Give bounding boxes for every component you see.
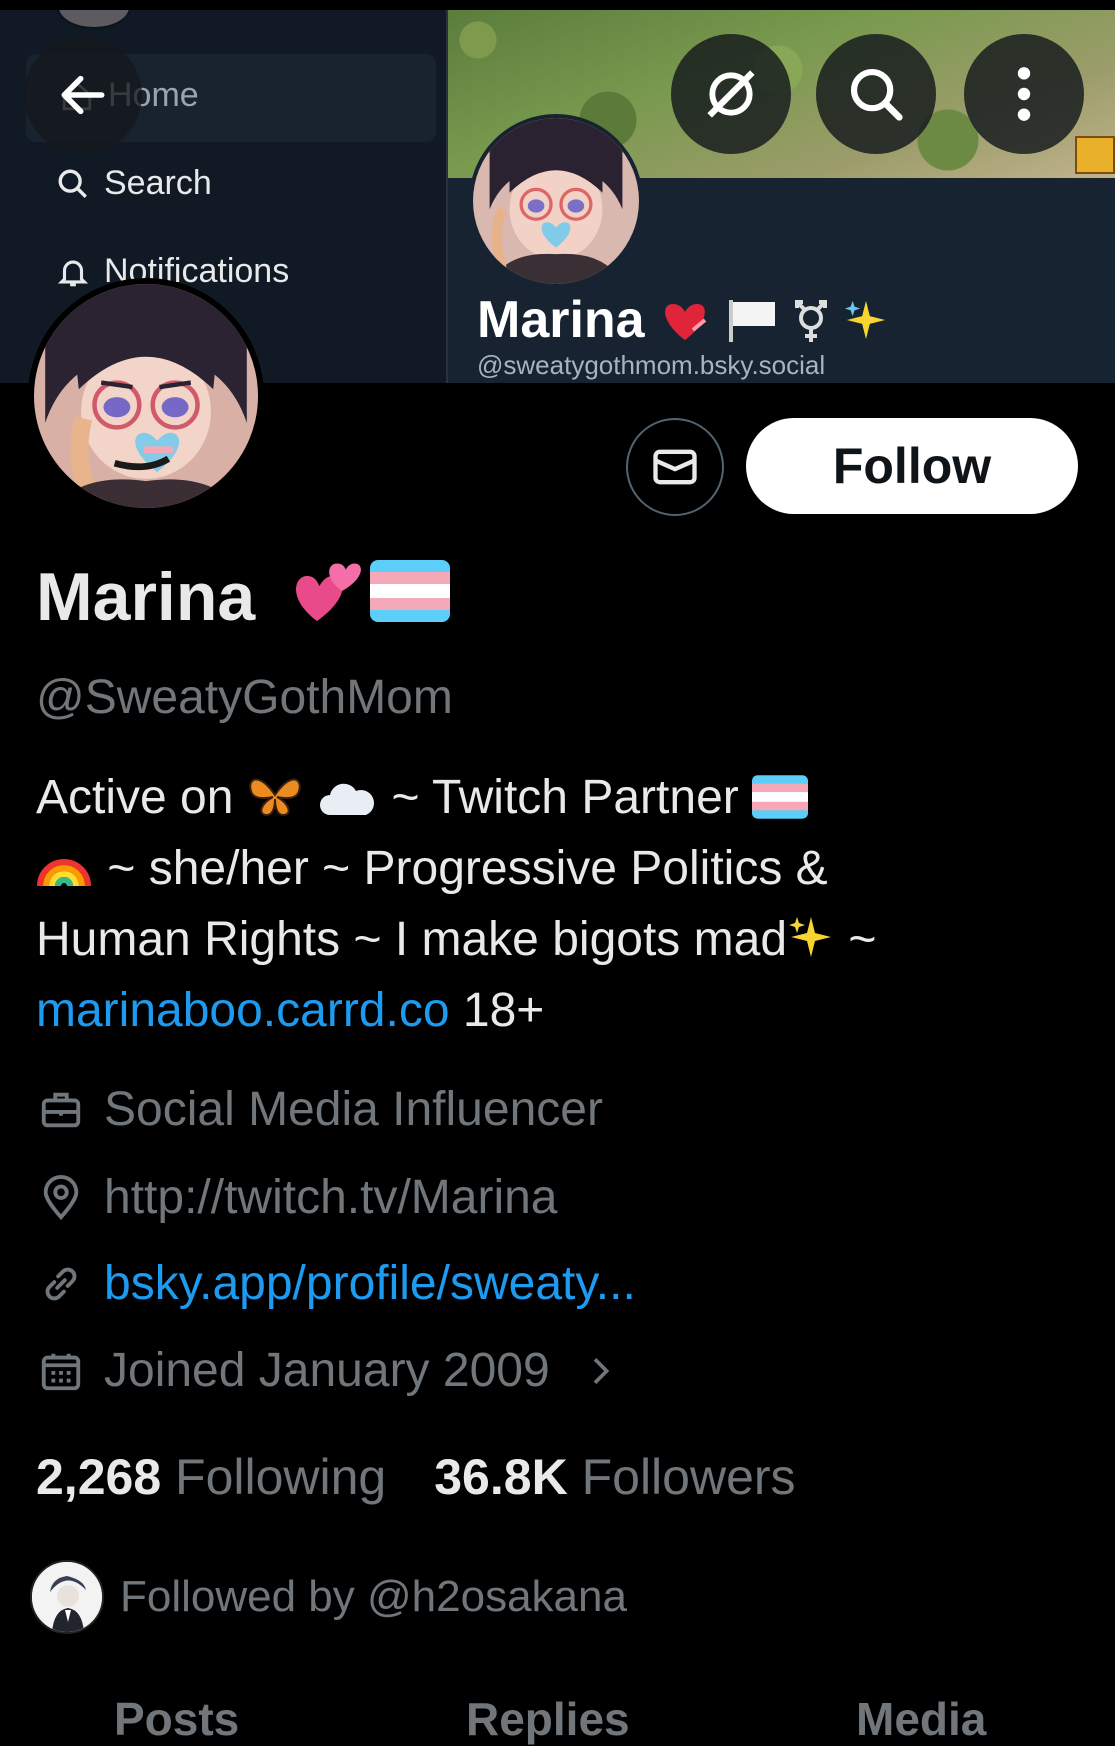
bio-text: ~ bbox=[848, 913, 877, 966]
followers-label: Followers bbox=[581, 1449, 796, 1505]
message-button[interactable] bbox=[626, 418, 724, 516]
profile-website-link[interactable]: bsky.app/profile/sweaty... bbox=[104, 1256, 636, 1311]
trans-flag-icon bbox=[752, 775, 809, 819]
envelope-icon bbox=[653, 449, 697, 485]
sparkles-icon bbox=[844, 300, 885, 340]
banner-inner-avatar bbox=[469, 114, 643, 288]
profile-joined-text: Joined January 2009 bbox=[104, 1344, 550, 1397]
bio-text: ~ she/her ~ Progressive Politics & bbox=[107, 842, 828, 895]
heart-emoji-icon bbox=[664, 304, 706, 340]
bio-text: 18+ bbox=[462, 984, 545, 1037]
briefcase-icon bbox=[41, 1092, 81, 1127]
following-count: 2,268 bbox=[36, 1449, 162, 1505]
display-name: Marina bbox=[36, 559, 256, 635]
bio-text: Human Rights ~ I make bigots mad bbox=[36, 913, 788, 966]
profile-bio: Active on ~ Twitch Partner ~ she/her ~ P… bbox=[36, 762, 1076, 1046]
banner-nav-search-label: Search bbox=[104, 164, 212, 202]
bio-line-3: Human Rights ~ I make bigots mad ~ bbox=[36, 904, 1076, 975]
profile-tabs: Posts Replies Media bbox=[0, 1692, 1115, 1745]
bio-text: Active on bbox=[36, 771, 234, 824]
search-button[interactable] bbox=[816, 34, 936, 154]
profile-work-text: Social Media Influencer bbox=[104, 1083, 603, 1136]
follower-avatar bbox=[30, 1560, 104, 1634]
search-icon bbox=[850, 68, 903, 121]
follow-button[interactable]: Follow bbox=[746, 418, 1078, 514]
more-options-button[interactable] bbox=[964, 34, 1084, 154]
followers-count: 36.8K bbox=[434, 1449, 568, 1505]
profile-location-text: http://twitch.tv/Marina bbox=[104, 1171, 558, 1224]
banner-inner-name: Marina bbox=[477, 290, 889, 350]
tab-media[interactable]: Media bbox=[856, 1692, 986, 1746]
bio-text: ~ Twitch Partner bbox=[391, 771, 739, 824]
tab-posts[interactable]: Posts bbox=[114, 1692, 239, 1746]
bio-link[interactable]: marinaboo.carrd.co bbox=[36, 984, 450, 1037]
tab-replies[interactable]: Replies bbox=[466, 1692, 630, 1746]
banner-inner-name-text: Marina bbox=[477, 291, 645, 349]
profile-website[interactable]: bsky.app/profile/sweaty... bbox=[38, 1256, 636, 1311]
banner-sign bbox=[1075, 136, 1115, 174]
profile-stats: 2,268 Following 36.8K Followers bbox=[36, 1448, 796, 1506]
grok-button[interactable] bbox=[671, 34, 791, 154]
location-pin-icon bbox=[43, 1174, 79, 1220]
banner-inner-handle: @sweatygothmom.bsky.social bbox=[477, 350, 826, 380]
arrow-left-icon bbox=[61, 75, 105, 115]
bio-line-2: ~ she/her ~ Progressive Politics & bbox=[36, 833, 1076, 904]
transgender-symbol-icon bbox=[794, 300, 827, 342]
bio-line-4: marinaboo.carrd.co 18+ bbox=[36, 975, 1076, 1046]
banner-top-avatar bbox=[56, 10, 132, 30]
profile-joined[interactable]: Joined January 2009 bbox=[38, 1343, 620, 1398]
back-button[interactable] bbox=[24, 36, 142, 154]
trans-flag-icon bbox=[370, 560, 450, 622]
following-stat[interactable]: 2,268 Following bbox=[36, 1448, 386, 1506]
cloud-icon bbox=[320, 783, 375, 815]
profile-location: http://twitch.tv/Marina bbox=[38, 1170, 558, 1225]
rainbow-icon bbox=[37, 859, 91, 887]
profile-avatar[interactable] bbox=[28, 278, 264, 514]
following-label: Following bbox=[175, 1449, 387, 1505]
more-vertical-icon bbox=[1017, 67, 1031, 121]
link-icon bbox=[45, 1267, 77, 1300]
bell-icon bbox=[57, 260, 89, 286]
two-hearts-icon bbox=[296, 563, 361, 621]
profile-work: Social Media Influencer bbox=[38, 1082, 603, 1137]
chevron-right-icon bbox=[593, 1357, 609, 1384]
followers-stat[interactable]: 36.8K Followers bbox=[434, 1448, 795, 1506]
sparkles-icon bbox=[789, 917, 832, 957]
followed-by[interactable]: Followed by @h2osakana bbox=[30, 1560, 627, 1634]
search-icon bbox=[58, 169, 87, 198]
followed-by-text: Followed by @h2osakana bbox=[120, 1572, 627, 1621]
grok-icon bbox=[707, 70, 755, 118]
calendar-icon bbox=[41, 1353, 81, 1390]
white-flag-icon bbox=[728, 300, 775, 342]
butterfly-icon bbox=[249, 778, 301, 817]
display-name-emojis bbox=[292, 556, 450, 626]
bio-line-1: Active on ~ Twitch Partner bbox=[36, 762, 1076, 833]
profile-handle: @SweatyGothMom bbox=[36, 671, 453, 724]
banner-nav-search: Search bbox=[56, 164, 212, 203]
